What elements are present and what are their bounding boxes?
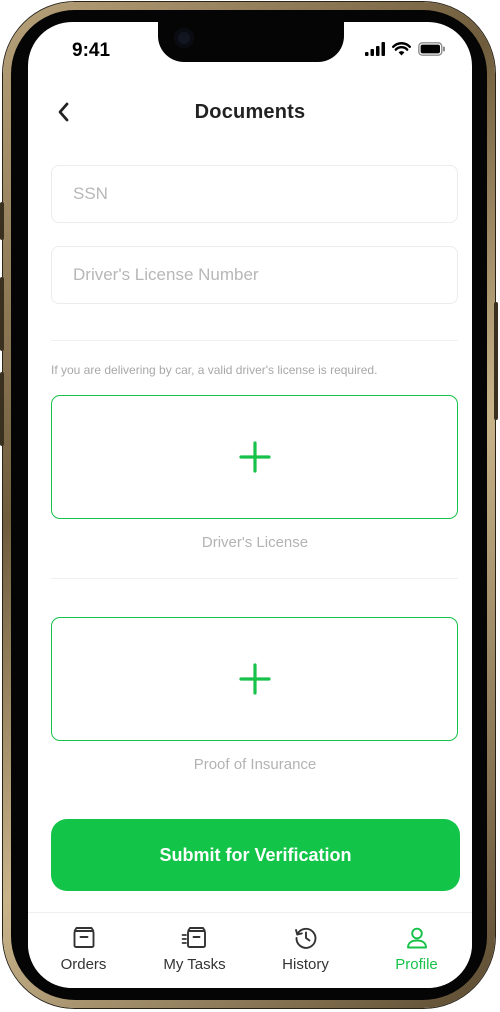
license-hint: If you are delivering by car, a valid dr…: [51, 363, 378, 377]
drivers-license-caption: Driver's License: [201, 534, 309, 551]
ssn-field[interactable]: [51, 165, 458, 223]
insurance-caption: Proof of Insurance: [193, 756, 317, 773]
submit-verification-button[interactable]: Submit for Verification: [51, 819, 460, 891]
wifi-icon: [392, 42, 411, 56]
drivers-license-upload[interactable]: [51, 395, 458, 519]
divider: [51, 578, 458, 579]
power-button: [494, 302, 498, 420]
tab-history-label: History: [282, 956, 329, 973]
tab-my-tasks-label: My Tasks: [163, 956, 226, 973]
license-number-input[interactable]: [52, 247, 457, 303]
page-title: Documents: [194, 101, 306, 123]
status-time: 9:41: [72, 40, 111, 61]
screen: 9:41 Documents SSN Driver's License Numb…: [28, 22, 472, 988]
history-icon: [294, 927, 316, 949]
tab-orders-label: Orders: [60, 956, 107, 973]
insurance-upload[interactable]: [51, 617, 458, 741]
plus-icon: [238, 441, 271, 473]
ssn-input[interactable]: [52, 166, 457, 222]
battery-icon: [418, 42, 445, 56]
volume-up-button: [0, 277, 4, 351]
header: Documents: [28, 92, 472, 132]
orders-icon: [73, 927, 94, 948]
tab-profile[interactable]: Profile: [361, 913, 472, 988]
tab-bar: Orders My Tasks History Profile: [28, 912, 472, 988]
tab-my-tasks[interactable]: My Tasks: [139, 913, 250, 988]
profile-icon: [406, 927, 427, 949]
camera: [174, 28, 194, 48]
divider: [51, 340, 458, 341]
signal-icon: [365, 42, 385, 56]
license-number-field[interactable]: [51, 246, 458, 304]
tab-history[interactable]: History: [250, 913, 361, 988]
tab-orders[interactable]: Orders: [28, 913, 139, 988]
mute-switch: [0, 202, 4, 240]
notch: [158, 22, 344, 62]
volume-down-button: [0, 372, 4, 446]
tab-profile-label: Profile: [395, 956, 438, 973]
plus-icon: [238, 663, 271, 695]
tasks-icon: [181, 927, 206, 948]
status-icons: [365, 42, 446, 56]
